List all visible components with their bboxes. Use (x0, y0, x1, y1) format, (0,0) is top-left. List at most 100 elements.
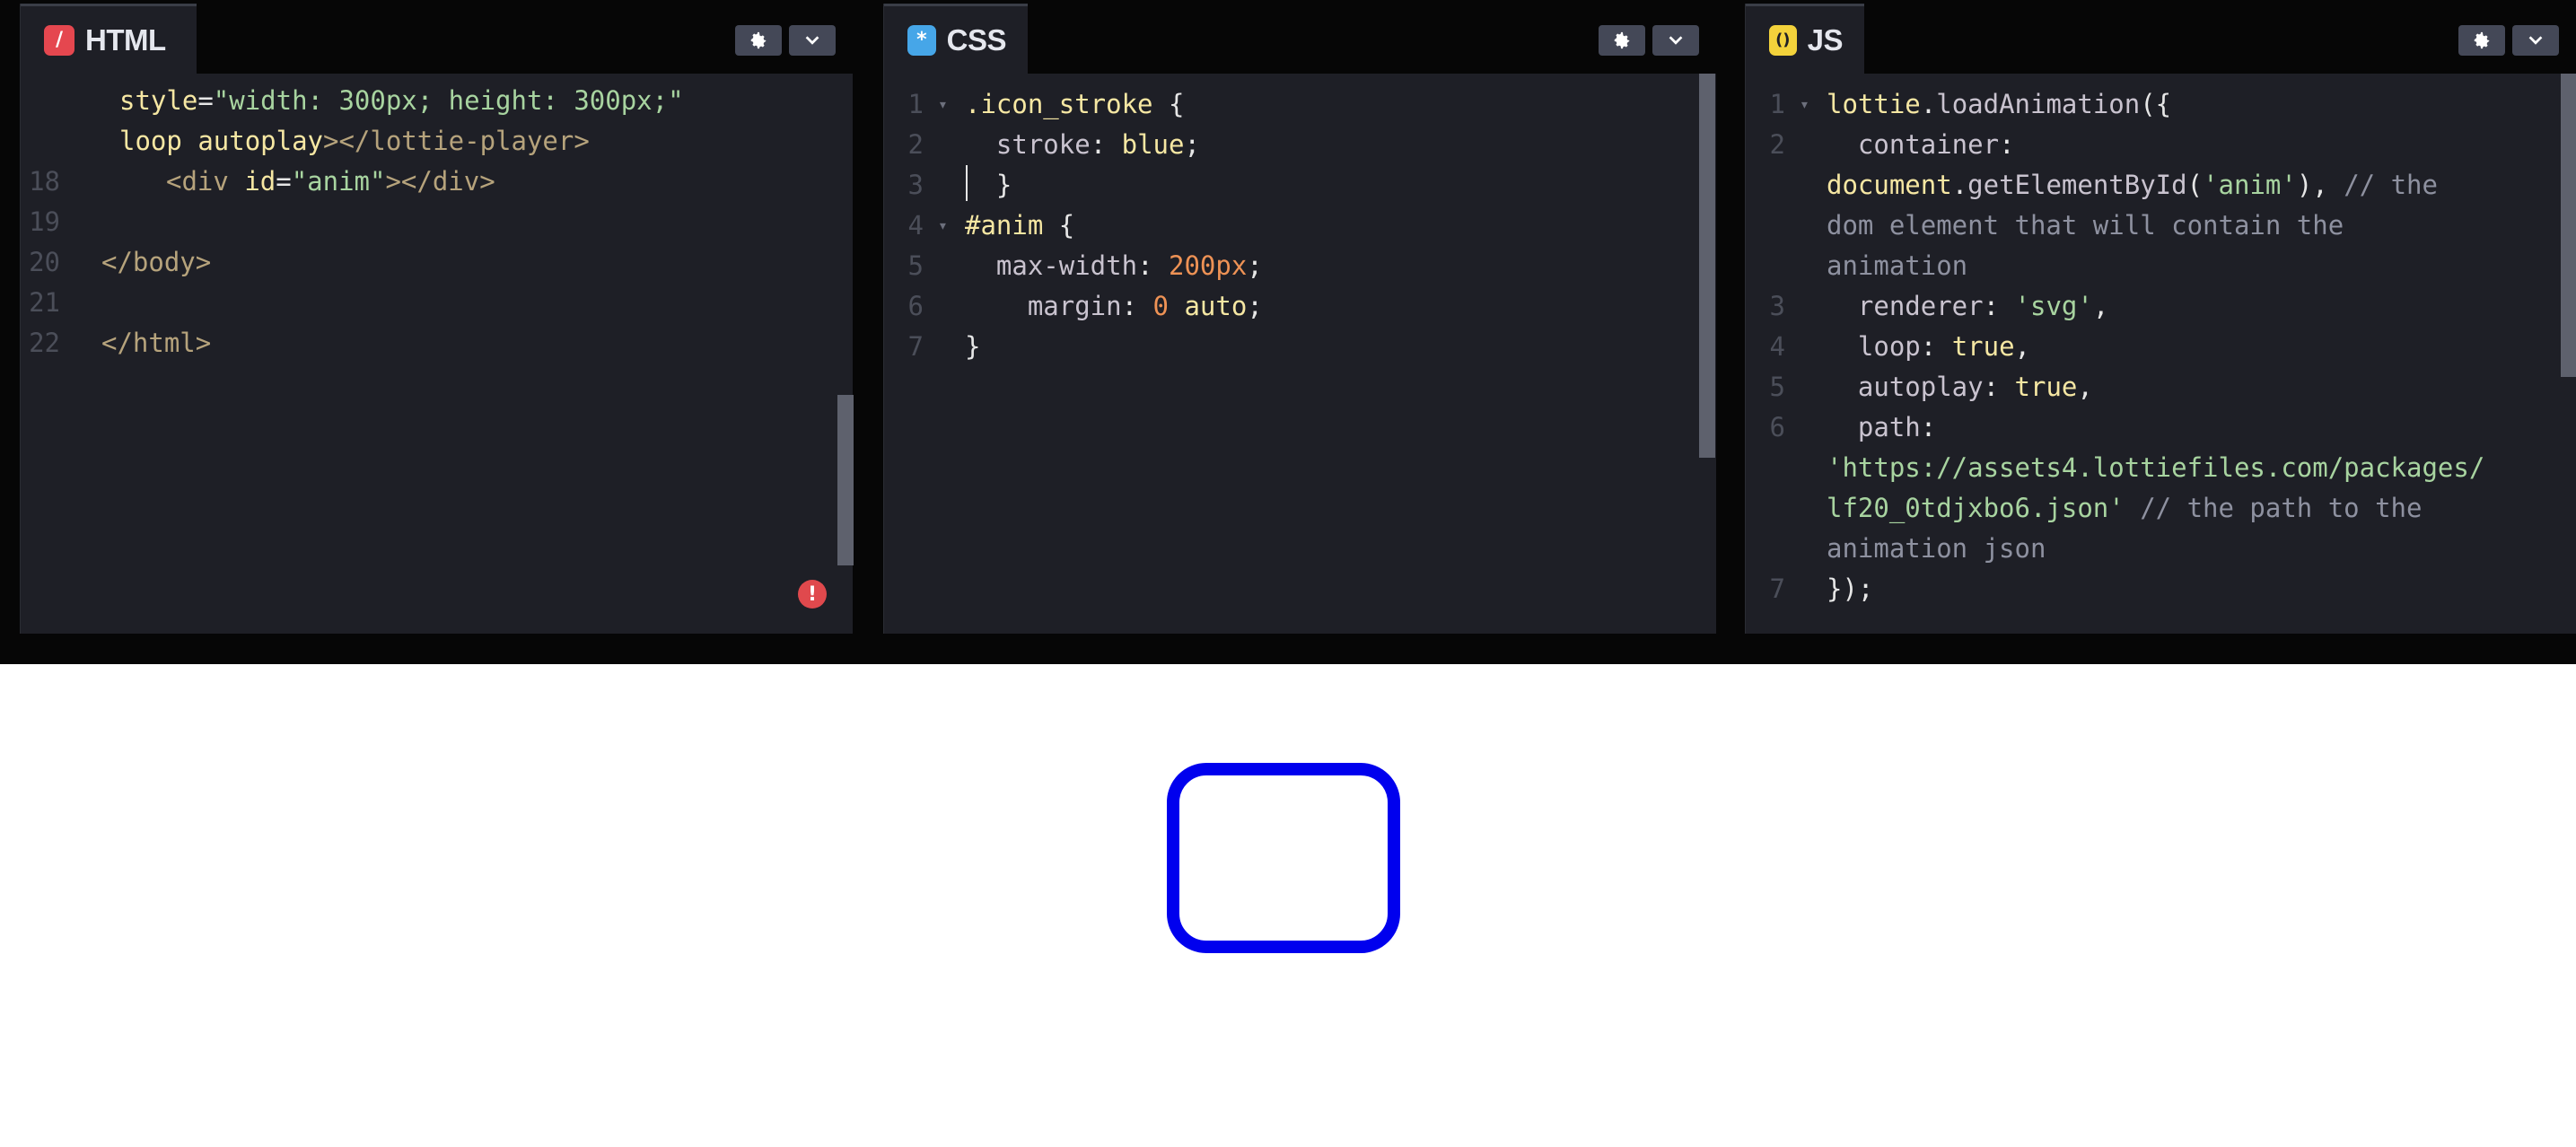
code-text: loop: true, (1827, 327, 2030, 367)
line-number: 5 (1769, 372, 1785, 402)
code-token: ; (1247, 291, 1263, 321)
css-code-line: 7} (884, 327, 1716, 367)
tab-js[interactable]: () JS (1746, 4, 1864, 74)
code-text: }); (1827, 569, 1873, 609)
code-text: <div id="anim"></div> (166, 162, 495, 202)
line-number: 5 (907, 250, 924, 281)
css-panel-header: * CSS (884, 4, 1716, 74)
code-token: </html> (101, 328, 212, 358)
line-number: 4 (907, 210, 924, 241)
html-header-buttons (735, 25, 836, 56)
line-number: 6 (907, 291, 924, 321)
gear-icon (1614, 31, 1630, 49)
code-text: autoplay: true, (1827, 367, 2093, 407)
js-code-line: animation json (1746, 529, 2576, 569)
text-cursor (966, 165, 968, 201)
html-code-line: style="width: 300px; height: 300px;" (21, 81, 853, 121)
code-token: = (197, 85, 214, 116)
html-code-editor[interactable]: style="width: 300px; height: 300px;" loop… (21, 74, 853, 634)
code-text: lf20_0tdjxbo6.json' // the path to the (1827, 488, 2422, 529)
css-settings-button[interactable] (1599, 25, 1645, 56)
code-token: autoplay (1827, 372, 1984, 402)
code-token: . (1951, 170, 1968, 200)
css-code-line: 3 } (884, 165, 1716, 206)
code-token: loop (1827, 331, 1921, 362)
code-token: ; (1247, 250, 1263, 281)
code-token: "anim" (291, 166, 386, 197)
code-token: document (1827, 170, 1952, 200)
code-text: .icon_stroke { (965, 84, 1184, 125)
code-token: // the (2344, 170, 2438, 200)
code-token: . (1920, 89, 1937, 119)
preview-resizer-bar[interactable] (0, 634, 2576, 664)
css-code-editor[interactable]: 1 ▾ .icon_stroke {2 stroke: blue; 3 } 4 ▾ #ani… (884, 74, 1716, 634)
code-text: lottie.loadAnimation({ (1827, 84, 2171, 125)
code-token: animation json (1827, 533, 2046, 564)
js-collapse-button[interactable] (2512, 25, 2559, 56)
code-token: .icon_stroke (965, 89, 1153, 119)
js-panel-header: () JS (1746, 4, 2576, 74)
code-token: blue (1121, 129, 1185, 160)
html-code-line: 20 </body> (21, 242, 853, 283)
line-number: 3 (907, 170, 924, 200)
animated-rounded-rect (1167, 763, 1400, 953)
tab-js-label: JS (1807, 22, 1844, 57)
error-icon[interactable]: ! (798, 580, 827, 609)
code-text: margin: 0 auto; (965, 286, 1263, 327)
code-token: renderer (1827, 291, 1984, 321)
code-token: // the path to the (2124, 493, 2423, 523)
code-token: : (1983, 372, 2015, 402)
js-scrollbar[interactable] (2561, 74, 2576, 377)
code-token: , (2014, 331, 2030, 362)
line-number: 2 (907, 129, 924, 160)
code-token: ({ (2140, 89, 2172, 119)
code-token: 'https://assets4.lottiefiles.com/package… (1827, 452, 2485, 483)
fold-arrow-icon[interactable]: ▾ (938, 206, 948, 246)
js-code-line: lf20_0tdjxbo6.json' // the path to the (1746, 488, 2576, 529)
tab-css[interactable]: * CSS (884, 4, 1028, 74)
code-token: lottie (1827, 89, 1921, 119)
html-collapse-button[interactable] (789, 25, 836, 56)
fold-arrow-icon[interactable]: ▾ (938, 84, 948, 125)
code-token: 'svg' (2014, 291, 2093, 321)
html-settings-button[interactable] (735, 25, 782, 56)
code-token: : (1090, 129, 1122, 160)
line-number: 18 (29, 166, 60, 197)
code-text: animation json (1827, 529, 2046, 569)
css-collapse-button[interactable] (1652, 25, 1699, 56)
gear-icon (750, 31, 767, 49)
code-text: </body> (101, 242, 211, 283)
code-token: = (276, 166, 292, 197)
code-token: : (1121, 291, 1153, 321)
code-token: : (1983, 291, 2015, 321)
css-scrollbar[interactable] (1699, 74, 1715, 458)
fold-arrow-icon[interactable]: ▾ (1800, 84, 1809, 125)
tab-html[interactable]: / HTML (21, 4, 197, 74)
code-text: loop autoplay></lottie-player> (119, 121, 590, 162)
code-text: stroke: blue; (965, 125, 1200, 165)
line-number: 19 (29, 206, 60, 237)
gear-icon (2474, 31, 2490, 49)
js-code-line: 6 path: (1746, 407, 2576, 448)
js-code-line: 7}); (1746, 569, 2576, 609)
html-scrollbar[interactable] (837, 395, 854, 565)
code-token: dom element that will contain the (1827, 210, 2344, 241)
code-token: : (1137, 250, 1169, 281)
line-number: 22 (29, 328, 60, 358)
code-text: container: (1827, 125, 2015, 165)
code-token: #anim (965, 210, 1044, 241)
code-token: stroke (965, 129, 1091, 160)
code-token: : (1920, 331, 1952, 362)
code-token: true (2014, 372, 2078, 402)
js-code-editor[interactable]: 1 ▾ lottie.loadAnimation({2 container: docu… (1746, 74, 2576, 634)
code-text: path: (1827, 407, 1936, 448)
js-settings-button[interactable] (2458, 25, 2505, 56)
line-number: 21 (29, 287, 60, 318)
code-token: } (965, 331, 981, 362)
code-token: lf20_0tdjxbo6.json' (1827, 493, 2125, 523)
code-token: style (119, 85, 198, 116)
code-token: ; (1184, 129, 1200, 160)
code-text: dom element that will contain the (1827, 206, 2344, 246)
html-code-line: 18 <div id="anim"></div> (21, 162, 853, 202)
code-token: animation (1827, 250, 1968, 281)
